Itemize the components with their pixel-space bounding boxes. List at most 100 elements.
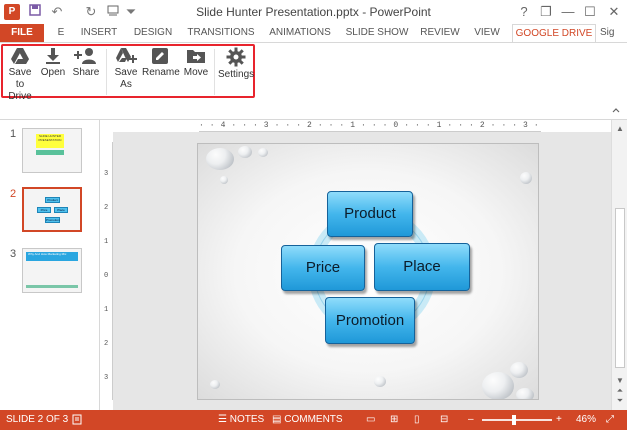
- ruler-tick: 0: [104, 272, 109, 280]
- collapse-ribbon-icon[interactable]: [611, 105, 621, 115]
- gear-icon: [218, 47, 254, 67]
- product-shape[interactable]: Product: [327, 191, 413, 237]
- drive-icon: [4, 47, 36, 65]
- previous-slide-icon[interactable]: ⏶: [615, 386, 625, 396]
- slide-thumbnails-pane: 1 SLIDE HUNTER PRESENTATION 2 Product Pr…: [0, 120, 100, 410]
- slide-sorter-icon[interactable]: ⊞: [390, 414, 398, 425]
- ruler-tick: 1: [104, 306, 109, 314]
- save-as-label: Save As: [114, 67, 138, 90]
- water-drop-decoration: [258, 148, 268, 157]
- tab-google-drive[interactable]: GOOGLE DRIVE: [512, 24, 596, 43]
- minimize-button[interactable]: —: [558, 2, 578, 22]
- water-drop-decoration: [520, 172, 532, 184]
- next-slide-icon[interactable]: ⏷: [615, 396, 625, 406]
- thumb-shape: Promotion: [45, 217, 60, 223]
- add-person-icon: [72, 47, 100, 65]
- tab-insert[interactable]: INSERT: [74, 24, 124, 42]
- ruler-tick: 3: [104, 170, 109, 178]
- zoom-out-button[interactable]: –: [468, 414, 474, 425]
- scroll-up-icon[interactable]: ▲: [615, 124, 625, 134]
- tab-file[interactable]: FILE: [0, 24, 44, 42]
- fit-slide-icon[interactable]: ⤢: [606, 414, 614, 425]
- thumb-number: 3: [10, 248, 17, 260]
- water-drop-decoration: [210, 380, 220, 389]
- comments-icon: ▤: [272, 414, 285, 425]
- tab-review[interactable]: REVIEW: [418, 24, 462, 42]
- zoom-level[interactable]: 46%: [576, 414, 596, 425]
- drive-add-icon: [112, 47, 140, 65]
- place-shape[interactable]: Place: [374, 243, 470, 291]
- tab-animations[interactable]: ANIMATIONS: [264, 24, 336, 42]
- comments-label: COMMENTS: [284, 414, 343, 425]
- notes-button[interactable]: ☰ NOTES: [218, 414, 264, 425]
- notes-icon: ☰: [218, 414, 230, 425]
- ribbon-divider: [106, 49, 107, 95]
- close-button[interactable]: ✕: [604, 2, 624, 22]
- slide-thumbnail-3[interactable]: Why And How Marketing Mix: [22, 248, 82, 293]
- price-shape[interactable]: Price: [281, 245, 365, 291]
- ribbon-display-button[interactable]: ❐: [536, 2, 556, 22]
- vertical-scrollbar[interactable]: ▲ ▼ ⏶ ⏷: [611, 120, 627, 410]
- slide-counter: SLIDE 2 OF 3: [6, 414, 69, 425]
- tab-transitions[interactable]: TRANSITIONS: [184, 24, 258, 42]
- open-button[interactable]: Open: [40, 47, 66, 79]
- pencil-icon: [142, 47, 178, 65]
- thumb-shape: Place: [54, 207, 68, 213]
- folder-arrow-icon: [182, 47, 210, 65]
- rename-button[interactable]: Rename: [142, 47, 180, 79]
- ribbon-tabs: FILE E INSERT DESIGN TRANSITIONS ANIMATI…: [0, 24, 627, 43]
- move-label: Move: [183, 67, 209, 78]
- settings-label: Settings: [218, 69, 255, 80]
- thumb-bar: [26, 285, 78, 288]
- ruler-tick: 3: [104, 374, 109, 382]
- title-bar: P ↶ ↻ ⏷ Slide Hunter Presentation.pptx -…: [0, 0, 627, 24]
- tab-slide-show[interactable]: SLIDE SHOW: [344, 24, 410, 42]
- promotion-shape[interactable]: Promotion: [325, 297, 415, 344]
- spell-check-icon[interactable]: [72, 414, 83, 428]
- slide-thumbnail-1[interactable]: SLIDE HUNTER PRESENTATION: [22, 128, 82, 173]
- comments-button[interactable]: ▤ COMMENTS: [272, 414, 343, 425]
- save-to-drive-label: Save to Drive: [8, 67, 32, 102]
- horizontal-ruler-scale: · · 4 · · · 3 · · · 2 · · · 1 · · · 0 · …: [199, 120, 541, 132]
- scroll-down-icon[interactable]: ▼: [615, 376, 625, 386]
- thumb-number: 1: [10, 128, 17, 140]
- thumb-shape: Product: [45, 197, 60, 203]
- save-to-drive-button[interactable]: Save to Drive: [4, 47, 36, 103]
- zoom-slider-thumb[interactable]: [512, 415, 516, 425]
- tab-design[interactable]: DESIGN: [130, 24, 176, 42]
- ruler-tick: 2: [104, 204, 109, 212]
- tab-home[interactable]: E: [56, 24, 66, 42]
- sign-in-link[interactable]: Sig: [600, 24, 627, 42]
- thumb-title: Why And How Marketing Mix: [26, 252, 78, 261]
- status-bar: SLIDE 2 OF 3 ☰ NOTES ▤ COMMENTS ▭ ⊞ ▯ ⊟ …: [0, 410, 627, 430]
- move-button[interactable]: Move: [182, 47, 210, 79]
- zoom-in-button[interactable]: +: [556, 414, 562, 425]
- share-button[interactable]: Share: [72, 47, 100, 79]
- water-drop-decoration: [238, 146, 252, 158]
- rename-label: Rename: [142, 67, 180, 78]
- water-drop-decoration: [482, 372, 514, 399]
- thumb-title: SLIDE HUNTER PRESENTATION: [36, 134, 64, 148]
- ribbon-panel: Save to Drive Open Share Save As Rename …: [0, 42, 627, 120]
- settings-button[interactable]: Settings: [218, 47, 254, 81]
- zoom-slider[interactable]: [482, 419, 552, 421]
- ribbon-divider: [214, 49, 215, 95]
- thumb-number: 2: [10, 188, 17, 200]
- vertical-ruler-scale: 3 2 1 0 1 2 3: [101, 142, 113, 400]
- ruler-tick: 1: [104, 238, 109, 246]
- slide-show-icon[interactable]: ⊟: [440, 414, 448, 425]
- open-label: Open: [40, 67, 66, 78]
- ruler-tick: 2: [104, 340, 109, 348]
- water-drop-decoration: [206, 148, 234, 170]
- reading-view-icon[interactable]: ▯: [414, 414, 420, 425]
- current-slide[interactable]: Product Price Place Promotion: [197, 143, 539, 400]
- save-as-button[interactable]: Save As: [112, 47, 140, 91]
- scrollbar-thumb[interactable]: [615, 208, 625, 368]
- help-button[interactable]: ?: [514, 2, 534, 22]
- notes-label: NOTES: [229, 414, 265, 425]
- normal-view-icon[interactable]: ▭: [366, 414, 375, 425]
- water-drop-decoration: [220, 176, 228, 184]
- slide-thumbnail-2[interactable]: Product Price Place Promotion: [22, 187, 82, 232]
- tab-view[interactable]: VIEW: [468, 24, 506, 42]
- maximize-button[interactable]: ☐: [580, 2, 600, 22]
